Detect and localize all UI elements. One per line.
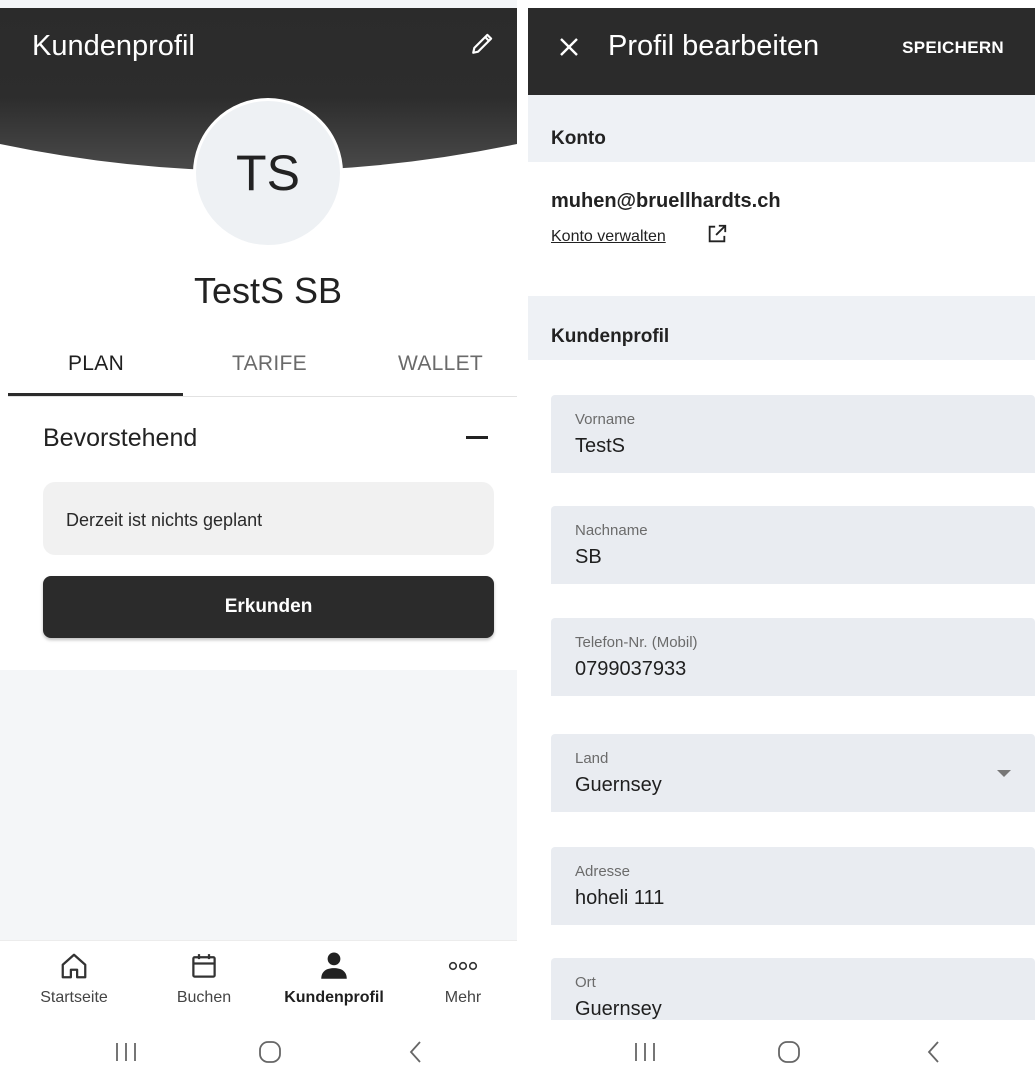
bottom-navigation: Startseite Buchen Kundenprofil Mehr	[0, 940, 517, 1021]
nav-label: Kundenprofil	[284, 989, 384, 1006]
person-icon	[321, 952, 347, 979]
last-name-field[interactable]: Nachname SB	[551, 506, 1035, 584]
system-navigation-bar	[0, 1020, 517, 1086]
manage-account-link[interactable]: Konto verwalten	[551, 228, 666, 246]
tab-plan[interactable]: PLAN	[68, 352, 124, 376]
nav-kundenprofil[interactable]: Kundenprofil	[274, 941, 394, 1021]
profile-name: TestS SB	[193, 270, 343, 311]
country-select[interactable]: Land Guernsey	[551, 734, 1035, 812]
field-value[interactable]: SB	[575, 546, 602, 569]
profile-tabs: PLAN TARIFE WALLET	[8, 340, 517, 397]
explore-button[interactable]: Erkunden	[43, 576, 494, 638]
account-section-header: Konto	[528, 95, 1035, 162]
field-label: Nachname	[575, 522, 648, 539]
field-value[interactable]: hoheli 111	[575, 887, 664, 910]
edit-profile-screen: Profil bearbeiten SPEICHERN Konto muhen@…	[528, 0, 1035, 1086]
field-value[interactable]: Guernsey	[575, 998, 662, 1021]
field-value[interactable]: 0799037933	[575, 658, 686, 681]
page-title: Profil bearbeiten	[608, 30, 820, 62]
back-icon[interactable]	[402, 1038, 430, 1066]
field-label: Telefon-Nr. (Mobil)	[575, 634, 698, 651]
nav-label: Mehr	[444, 989, 482, 1006]
save-button[interactable]: SPEICHERN	[902, 38, 1004, 58]
account-email: muhen@bruellhardts.ch	[551, 190, 781, 212]
external-link-icon[interactable]	[706, 223, 728, 245]
page-title: Kundenprofil	[32, 30, 195, 62]
address-field[interactable]: Adresse hoheli 111	[551, 847, 1035, 925]
back-icon[interactable]	[920, 1038, 948, 1066]
collapse-icon[interactable]	[466, 436, 488, 439]
recent-apps-icon[interactable]	[112, 1038, 140, 1066]
nav-label: Startseite	[40, 989, 108, 1006]
avatar: TS	[193, 98, 343, 248]
active-tab-indicator	[8, 393, 183, 396]
home-button-icon[interactable]	[256, 1038, 284, 1066]
empty-schedule-card: Derzeit ist nichts geplant	[43, 482, 494, 555]
edit-profile-button[interactable]	[470, 30, 506, 66]
first-name-field[interactable]: Vorname TestS	[551, 395, 1035, 473]
empty-schedule-text: Derzeit ist nichts geplant	[66, 510, 263, 530]
home-button-icon[interactable]	[775, 1038, 803, 1066]
field-label: Adresse	[575, 863, 631, 880]
edit-profile-header: Profil bearbeiten SPEICHERN	[528, 8, 1035, 95]
tab-wallet[interactable]: WALLET	[398, 352, 483, 376]
recent-apps-icon[interactable]	[631, 1038, 659, 1066]
field-value[interactable]: Guernsey	[575, 774, 662, 797]
pencil-icon	[472, 33, 493, 54]
calendar-icon	[192, 954, 216, 978]
section-title: Kundenprofil	[551, 326, 670, 347]
field-value[interactable]: TestS	[575, 435, 625, 458]
profile-section-header: Kundenprofil	[528, 296, 1035, 360]
nav-startseite[interactable]: Startseite	[14, 941, 134, 1021]
upcoming-title: Bevorstehend	[43, 424, 198, 452]
field-label: Vorname	[575, 411, 636, 428]
more-dots-icon	[448, 961, 478, 971]
nav-mehr[interactable]: Mehr	[403, 941, 517, 1021]
mobile-phone-field[interactable]: Telefon-Nr. (Mobil) 0799037933	[551, 618, 1035, 696]
customer-profile-screen: Kundenprofil TS TestS SB PLAN TARIFE WAL…	[0, 0, 517, 1086]
nav-buchen[interactable]: Buchen	[144, 941, 264, 1021]
dropdown-caret-icon[interactable]	[997, 770, 1011, 777]
section-title: Konto	[551, 128, 606, 149]
nav-label: Buchen	[176, 989, 232, 1006]
tab-tarife[interactable]: TARIFE	[232, 352, 307, 376]
home-icon	[61, 953, 87, 979]
close-icon[interactable]	[554, 32, 584, 62]
system-navigation-bar	[528, 1020, 1035, 1086]
field-label: Land	[575, 750, 609, 767]
field-label: Ort	[575, 974, 596, 991]
